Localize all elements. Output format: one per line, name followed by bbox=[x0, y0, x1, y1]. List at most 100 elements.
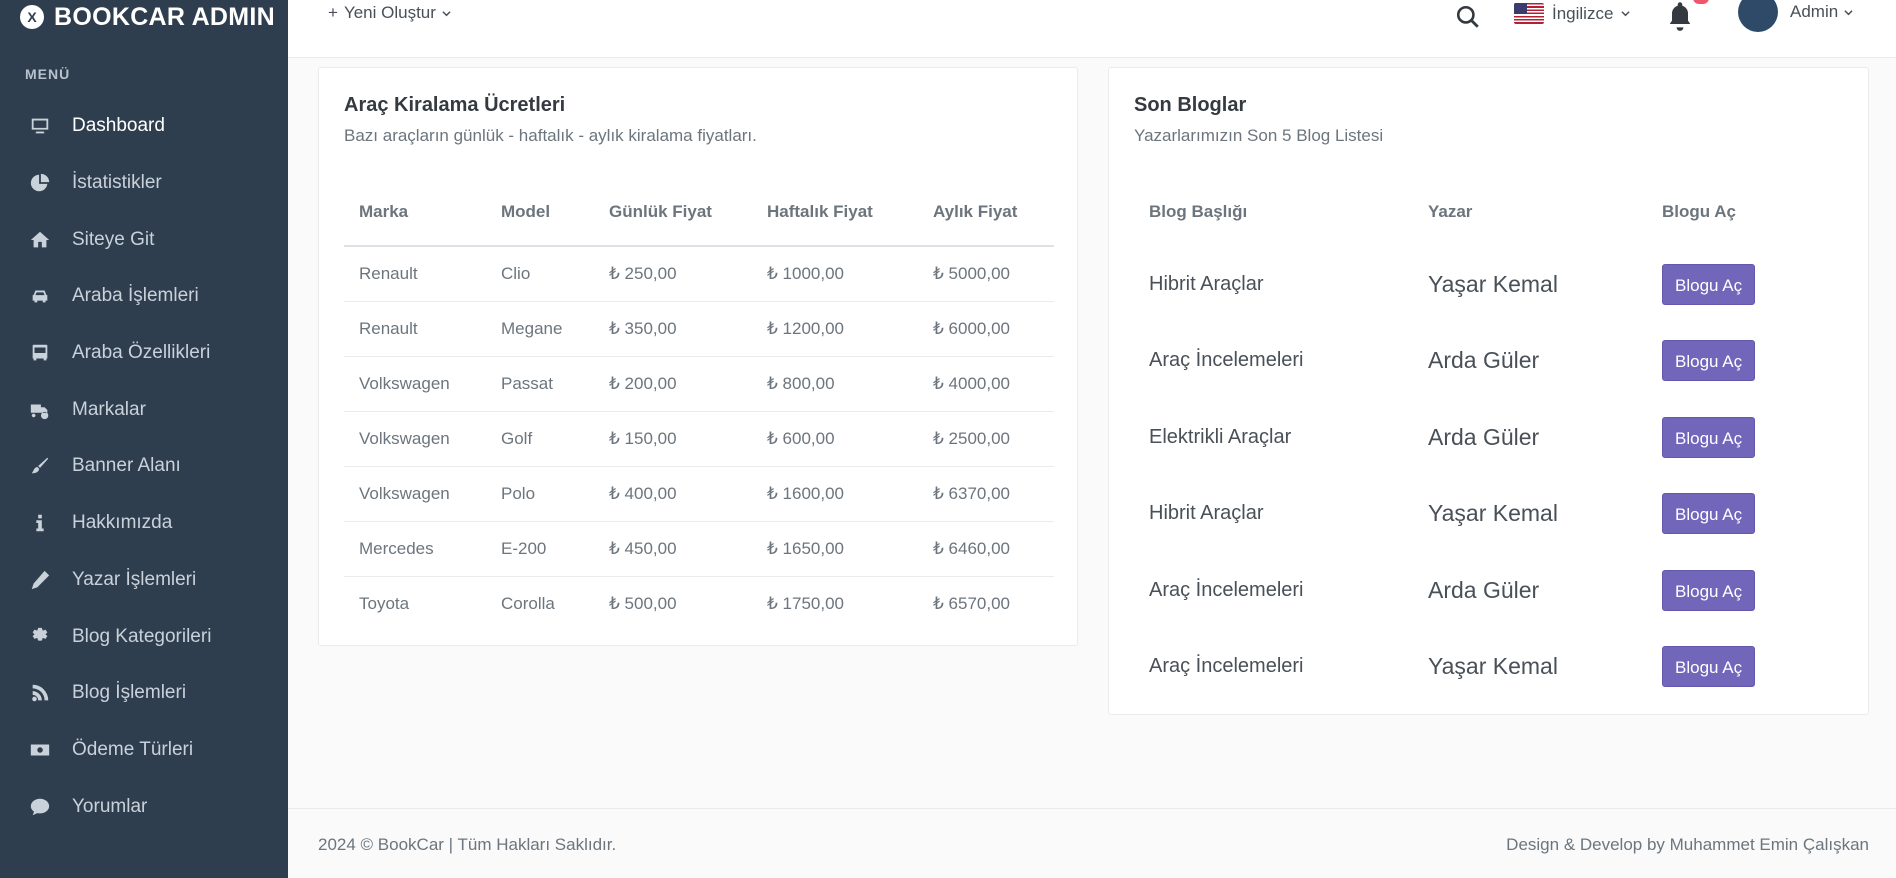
column-header: Marka bbox=[344, 178, 486, 247]
language-label: İngilizce bbox=[1552, 3, 1614, 23]
open-blog-button[interactable]: Blogu Aç bbox=[1662, 340, 1756, 382]
table-cell: ₺ 200,00 bbox=[594, 356, 752, 412]
chevron-down-icon bbox=[1621, 11, 1631, 17]
sidebar-item-label: Blog Kategorileri bbox=[72, 625, 212, 647]
language-selector[interactable]: İngilizce bbox=[1514, 3, 1631, 24]
sidebar-item-brands[interactable]: Markalar bbox=[0, 381, 288, 438]
blog-title: Araç İncelemeleri bbox=[1149, 655, 1304, 678]
sidebar-item-label: Yazar İşlemleri bbox=[72, 568, 197, 590]
column-header: Aylık Fiyat bbox=[918, 178, 1054, 247]
bell-icon[interactable] bbox=[1666, 0, 1694, 32]
open-blog-button[interactable]: Blogu Aç bbox=[1662, 493, 1756, 535]
blog-author: Arda Güler bbox=[1428, 423, 1540, 450]
blog-action-cell: Blogu Aç bbox=[1647, 323, 1844, 400]
user-name: Admin bbox=[1790, 2, 1839, 21]
card-subtitle: Bazı araçların günlük - haftalık - aylık… bbox=[344, 126, 757, 145]
table-row: Volkswagen Polo ₺ 400,00 ₺ 1600,00 ₺ 637… bbox=[344, 466, 1054, 522]
blog-title: Araç İncelemeleri bbox=[1149, 578, 1304, 601]
sidebar-item-label: Dashboard bbox=[72, 115, 165, 137]
table-cell: Renault bbox=[344, 301, 486, 357]
money-icon bbox=[28, 738, 52, 762]
sidebar-item-dashboard[interactable]: Dashboard bbox=[0, 98, 288, 155]
table-cell: Volkswagen bbox=[344, 411, 486, 467]
sidebar-item-label: Yorumlar bbox=[72, 795, 148, 817]
table-cell: ₺ 2500,00 bbox=[918, 411, 1054, 467]
table-cell: ₺ 1000,00 bbox=[752, 246, 918, 302]
sidebar-item-blog-operations[interactable]: Blog İşlemleri bbox=[0, 665, 288, 722]
sidebar-item-about[interactable]: Hakkımızda bbox=[0, 495, 288, 552]
create-new-label: Yeni Oluştur bbox=[343, 3, 436, 22]
table-cell: ₺ 6460,00 bbox=[918, 521, 1054, 577]
rental-prices-table: Marka Model Günlük Fiyat Haftalık Fiyat … bbox=[344, 178, 1054, 631]
sidebar-item-go-to-site[interactable]: Siteye Git bbox=[0, 211, 288, 268]
table-cell: ₺ 500,00 bbox=[609, 593, 677, 613]
column-header: Haftalık Fiyat bbox=[752, 178, 918, 247]
blog-action-cell: Blogu Aç bbox=[1647, 552, 1844, 629]
brand-name: BOOKCAR ADMIN bbox=[54, 2, 276, 31]
blog-title: Araç İncelemeleri bbox=[1149, 349, 1304, 372]
open-blog-button[interactable]: Blogu Aç bbox=[1662, 263, 1756, 305]
table-cell: Volkswagen bbox=[344, 466, 486, 522]
table-cell: ₺ 450,00 bbox=[594, 521, 752, 577]
sidebar: X BOOKCAR ADMIN MENÜ Dashboard İstatisti… bbox=[0, 0, 288, 878]
table-row: Toyota Corolla ₺ 500,00 ₺ 1750,00 ₺ 6570… bbox=[344, 576, 1054, 631]
open-blog-button[interactable]: Blogu Aç bbox=[1662, 416, 1756, 458]
table-row: Elektrikli Araçlar Arda Güler Blogu Aç bbox=[1134, 399, 1844, 476]
table-cell: ₺ 150,00 bbox=[594, 411, 752, 467]
notification-badge bbox=[1693, 0, 1709, 4]
copyright-text: 2024 © BookCar | Tüm Hakları Saklıdır. bbox=[318, 835, 617, 854]
blog-title: Hibrit Araçlar bbox=[1149, 502, 1264, 525]
open-blog-button[interactable]: Blogu Aç bbox=[1662, 569, 1756, 611]
table-cell: E-200 bbox=[486, 521, 594, 577]
avatar[interactable] bbox=[1738, 0, 1778, 32]
column-header: Günlük Fiyat bbox=[594, 178, 752, 247]
table-row: Araç İncelemeleri Yaşar Kemal Blogu Aç bbox=[1134, 629, 1844, 706]
table-row: Araç İncelemeleri Arda Güler Blogu Aç bbox=[1134, 323, 1844, 400]
table-cell: Golf bbox=[486, 411, 594, 467]
table-row: Hibrit Araçlar Yaşar Kemal Blogu Aç bbox=[1134, 246, 1844, 323]
brand[interactable]: X BOOKCAR ADMIN bbox=[0, 0, 288, 34]
open-blog-button[interactable]: Blogu Aç bbox=[1662, 646, 1756, 688]
card-title: Araç Kiralama Ücretleri bbox=[344, 94, 566, 116]
blog-author: Arda Güler bbox=[1428, 576, 1540, 603]
blog-author: Yaşar Kemal bbox=[1428, 500, 1558, 527]
sidebar-item-statistics[interactable]: İstatistikler bbox=[0, 155, 288, 212]
table-cell: Renault bbox=[344, 246, 486, 302]
user-menu[interactable]: Admin bbox=[1790, 2, 1853, 22]
table-cell: ₺ 400,00 bbox=[594, 466, 752, 522]
sidebar-item-label: Blog İşlemleri bbox=[72, 682, 187, 704]
footer: 2024 © BookCar | Tüm Hakları Saklıdır. D… bbox=[288, 808, 1896, 878]
table-row: Renault Clio ₺ 250,00 ₺ 1000,00 ₺ 5000,0… bbox=[344, 246, 1054, 302]
create-new-button[interactable]: + Yeni Oluştur bbox=[328, 3, 451, 23]
table-cell: ₺ 600,00 bbox=[752, 411, 918, 467]
table-row: Hibrit Araçlar Yaşar Kemal Blogu Aç bbox=[1134, 476, 1844, 553]
sidebar-item-comments[interactable]: Yorumlar bbox=[0, 778, 288, 835]
table-cell: ₺ 4000,00 bbox=[918, 356, 1054, 412]
sidebar-item-payment-types[interactable]: Ödeme Türleri bbox=[0, 722, 288, 779]
blog-action-cell: Blogu Aç bbox=[1647, 629, 1844, 706]
info-icon bbox=[28, 511, 52, 535]
menu-title: MENÜ bbox=[25, 66, 71, 82]
table-cell: Passat bbox=[486, 356, 594, 412]
blog-action-cell: Blogu Aç bbox=[1647, 399, 1844, 476]
column-header: Blogu Aç bbox=[1662, 202, 1736, 221]
blog-icon bbox=[28, 681, 52, 705]
table-row: Araç İncelemeleri Arda Güler Blogu Aç bbox=[1134, 552, 1844, 629]
sidebar-item-author-operations[interactable]: Yazar İşlemleri bbox=[0, 552, 288, 609]
table-row: Renault Megane ₺ 350,00 ₺ 1200,00 ₺ 6000… bbox=[344, 301, 1054, 357]
sidebar-item-car-operations[interactable]: Araba İşlemleri bbox=[0, 268, 288, 325]
us-flag-icon bbox=[1514, 3, 1544, 24]
table-cell: ₺ 6370,00 bbox=[918, 466, 1054, 522]
blog-author: Arda Güler bbox=[1428, 347, 1540, 374]
sidebar-item-banner[interactable]: Banner Alanı bbox=[0, 438, 288, 495]
table-cell: Clio bbox=[486, 246, 594, 302]
comment-icon bbox=[28, 795, 52, 819]
home-icon bbox=[28, 228, 52, 252]
table-cell: ₺ 250,00 bbox=[594, 246, 752, 302]
search-icon[interactable] bbox=[1455, 4, 1481, 30]
sidebar-item-blog-categories[interactable]: Blog Kategorileri bbox=[0, 608, 288, 665]
sidebar-item-label: Hakkımızda bbox=[72, 512, 173, 534]
latest-blogs-card: Son Bloglar Yazarlarımızın Son 5 Blog Li… bbox=[1108, 67, 1869, 715]
table-row: Volkswagen Passat ₺ 200,00 ₺ 800,00 ₺ 40… bbox=[344, 356, 1054, 412]
sidebar-item-car-features[interactable]: Araba Özellikleri bbox=[0, 325, 288, 382]
